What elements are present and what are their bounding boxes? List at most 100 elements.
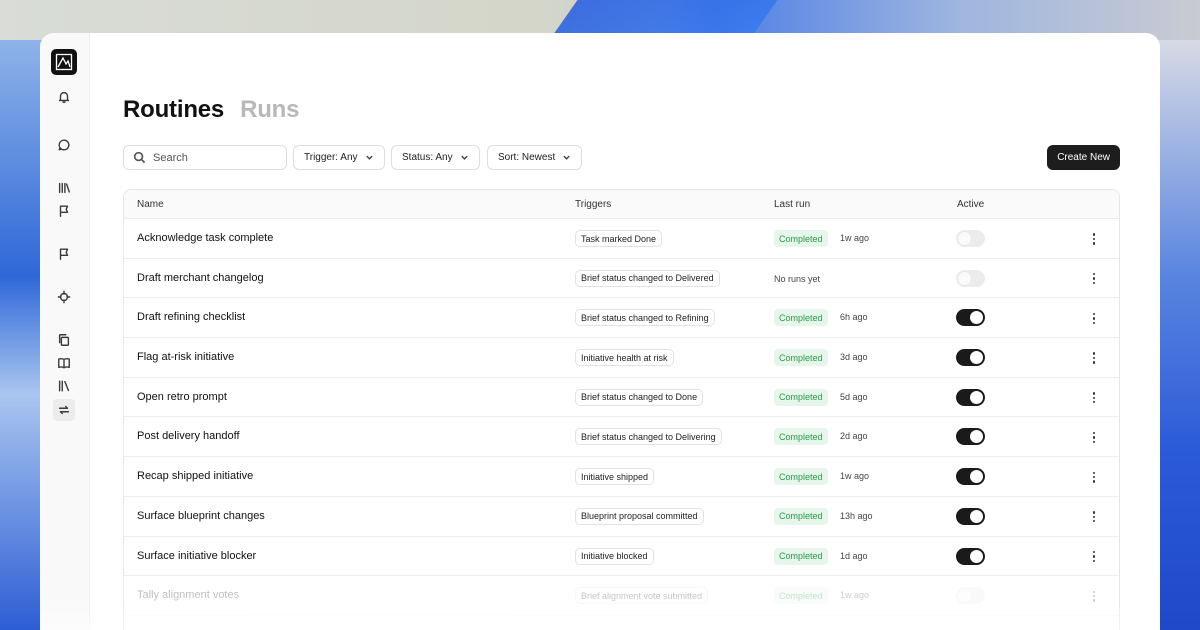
last-run-time: 3d ago	[840, 352, 868, 363]
chat-icon[interactable]	[55, 136, 73, 154]
table-row[interactable]: Post delivery handoff Brief status change…	[124, 417, 1119, 458]
status-badge: Completed	[774, 507, 828, 525]
library-icon[interactable]	[55, 179, 73, 197]
chevron-down-icon	[460, 155, 468, 160]
chevron-down-icon	[365, 155, 373, 160]
more-options-icon[interactable]	[1088, 390, 1100, 406]
bell-icon[interactable]	[55, 88, 73, 106]
search-icon	[133, 151, 146, 164]
routine-name[interactable]: Surface blueprint changes	[137, 510, 265, 522]
more-options-icon[interactable]	[1088, 549, 1100, 565]
search-input[interactable]	[153, 151, 283, 164]
status-badge: Completed	[774, 547, 828, 565]
trigger-badge: Initiative health at risk	[575, 349, 674, 367]
column-header-active[interactable]: Active	[957, 199, 984, 210]
routine-name[interactable]: Recap shipped initiative	[137, 470, 253, 482]
status-badge: Completed	[774, 468, 828, 486]
trigger-filter-label: Trigger: Any	[304, 152, 358, 163]
status-badge: Completed	[774, 309, 828, 327]
page-tabs: Routines Runs	[123, 96, 299, 124]
table-row[interactable]: Acknowledge task complete Task marked Don…	[124, 219, 1119, 259]
status-badge: Completed	[774, 349, 828, 367]
active-toggle[interactable]	[956, 230, 985, 247]
sort-filter[interactable]: Sort: Newest	[487, 145, 583, 170]
bottom-fade	[40, 593, 1160, 630]
routines-table: Name Triggers Last run Active Acknowledg…	[123, 189, 1120, 630]
table-row[interactable]: Draft merchant changelog Brief status cha…	[124, 259, 1119, 299]
more-options-icon[interactable]	[1088, 310, 1100, 326]
last-run-time: 1w ago	[840, 471, 870, 482]
table-body: Acknowledge task complete Task marked Don…	[124, 219, 1119, 616]
column-header-triggers[interactable]: Triggers	[575, 199, 611, 210]
more-options-icon[interactable]	[1088, 429, 1100, 445]
table-row[interactable]: Flag at-risk initiative Initiative health…	[124, 338, 1119, 378]
routine-name[interactable]: Surface initiative blocker	[137, 550, 256, 562]
more-options-icon[interactable]	[1088, 509, 1100, 525]
routine-name[interactable]: Post delivery handoff	[137, 430, 240, 442]
status-badge: Completed	[774, 230, 828, 247]
app-window: Routines Runs Trigger: Any Status: Any S…	[40, 33, 1160, 630]
flag-icon[interactable]	[55, 245, 73, 263]
table-row[interactable]: Draft refining checklist Brief status cha…	[124, 298, 1119, 339]
column-header-name[interactable]: Name	[137, 199, 164, 210]
table-header: Name Triggers Last run Active	[124, 190, 1119, 219]
trigger-badge: Brief status changed to Refining	[575, 309, 715, 327]
trigger-badge: Initiative shipped	[575, 468, 655, 486]
trigger-filter[interactable]: Trigger: Any	[293, 145, 385, 170]
last-run-time: 1d ago	[840, 550, 868, 561]
status-badge: Completed	[774, 428, 828, 446]
status-filter-label: Status: Any	[402, 152, 453, 163]
logo-icon	[55, 53, 73, 71]
sidebar	[40, 33, 90, 630]
more-options-icon[interactable]	[1088, 231, 1100, 247]
last-run-time: 2d ago	[840, 431, 868, 442]
tab-runs[interactable]: Runs	[240, 96, 299, 124]
trigger-badge: Brief status changed to Delivering	[575, 428, 722, 446]
last-run-time: 13h ago	[840, 510, 873, 521]
books-icon[interactable]	[55, 377, 73, 395]
last-run-time: No runs yet	[774, 273, 821, 284]
more-options-icon[interactable]	[1088, 271, 1100, 287]
last-run-time: 5d ago	[840, 391, 868, 402]
toolbar: Trigger: Any Status: Any Sort: Newest Cr…	[123, 145, 1120, 171]
routine-name[interactable]: Flag at-risk initiative	[137, 351, 234, 363]
trigger-badge: Brief status changed to Done	[575, 388, 704, 406]
tab-routines[interactable]: Routines	[123, 96, 224, 124]
status-filter[interactable]: Status: Any	[391, 145, 480, 170]
sort-filter-label: Sort: Newest	[498, 152, 556, 163]
routine-name[interactable]: Acknowledge task complete	[137, 232, 273, 244]
last-run-time: 6h ago	[840, 312, 868, 323]
active-toggle[interactable]	[956, 388, 985, 406]
active-toggle[interactable]	[956, 309, 985, 327]
active-toggle[interactable]	[956, 468, 985, 486]
routine-name[interactable]: Draft merchant changelog	[137, 272, 264, 284]
more-options-icon[interactable]	[1088, 469, 1100, 485]
active-toggle[interactable]	[956, 269, 985, 287]
column-header-last-run[interactable]: Last run	[774, 199, 810, 210]
main-content: Routines Runs Trigger: Any Status: Any S…	[123, 33, 1123, 630]
table-row[interactable]: Recap shipped initiative Initiative shipp…	[124, 457, 1119, 497]
search-box[interactable]	[123, 145, 287, 170]
chevron-down-icon	[563, 155, 570, 160]
active-toggle[interactable]	[956, 547, 985, 565]
app-logo[interactable]	[51, 49, 77, 75]
routine-name[interactable]: Open retro prompt	[137, 391, 227, 403]
routine-name[interactable]: Draft refining checklist	[137, 311, 245, 323]
trigger-badge: Initiative blocked	[575, 547, 654, 565]
active-toggle[interactable]	[956, 349, 985, 367]
table-row[interactable]: Surface blueprint changes Blueprint propo…	[124, 497, 1119, 537]
status-badge: Completed	[774, 388, 828, 406]
create-new-button[interactable]: Create New	[1047, 145, 1120, 170]
table-row[interactable]: Open retro prompt Brief status changed to…	[124, 378, 1119, 418]
crosshair-icon[interactable]	[55, 288, 73, 306]
active-toggle[interactable]	[956, 428, 985, 446]
active-toggle[interactable]	[956, 507, 985, 525]
flag-icon[interactable]	[55, 202, 73, 220]
last-run-time: 1w ago	[840, 233, 870, 243]
repeat-icon[interactable]	[53, 399, 75, 421]
table-row[interactable]: Surface initiative blocker Initiative blo…	[124, 537, 1119, 577]
more-options-icon[interactable]	[1088, 350, 1100, 366]
copy-icon[interactable]	[55, 331, 73, 349]
trigger-badge: Blueprint proposal committed	[575, 507, 704, 525]
book-icon[interactable]	[55, 354, 73, 372]
